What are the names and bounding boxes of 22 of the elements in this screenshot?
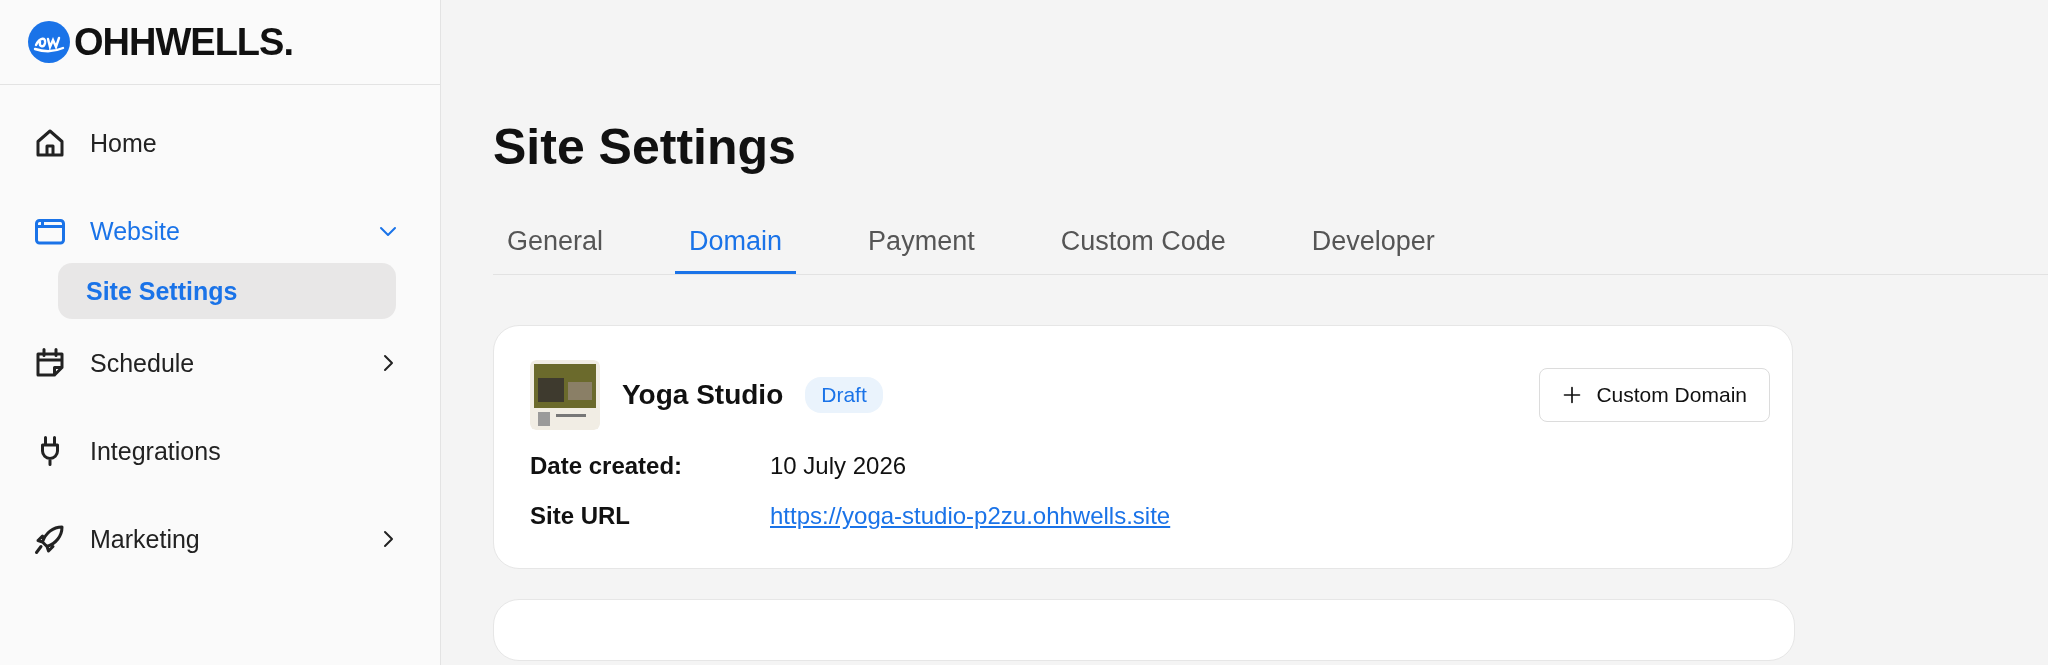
nav-item[interactable]: Schedule (0, 319, 440, 407)
nav-item[interactable]: Integrations (0, 407, 440, 495)
tab[interactable]: General (493, 222, 618, 274)
custom-domain-button[interactable]: Custom Domain (1539, 368, 1770, 422)
field-label: Date created: (530, 452, 684, 480)
nav-item[interactable]: Home (0, 99, 440, 187)
logo-text: OHHWELLS. (74, 20, 293, 64)
site-name: Yoga Studio (622, 379, 784, 411)
site-thumbnail (530, 360, 600, 430)
page-title: Site Settings (493, 118, 797, 176)
nav-item[interactable]: Marketing (0, 495, 440, 583)
tab[interactable]: Payment (854, 222, 989, 274)
tab[interactable]: Developer (1297, 222, 1449, 274)
plus-icon (1562, 385, 1583, 405)
status-badge: Draft (805, 377, 883, 413)
logo-icon (28, 21, 70, 63)
tab[interactable]: Custom Code (1046, 222, 1240, 274)
site-url-link[interactable]: https://yoga-studio-p2zu.ohhwells.site (770, 502, 1171, 530)
field-label: Site URL (530, 502, 631, 530)
field-value: 10 July 2026 (770, 452, 907, 480)
sidebar-subitem[interactable]: Site Settings (58, 263, 396, 319)
tab[interactable]: Domain (675, 222, 797, 274)
